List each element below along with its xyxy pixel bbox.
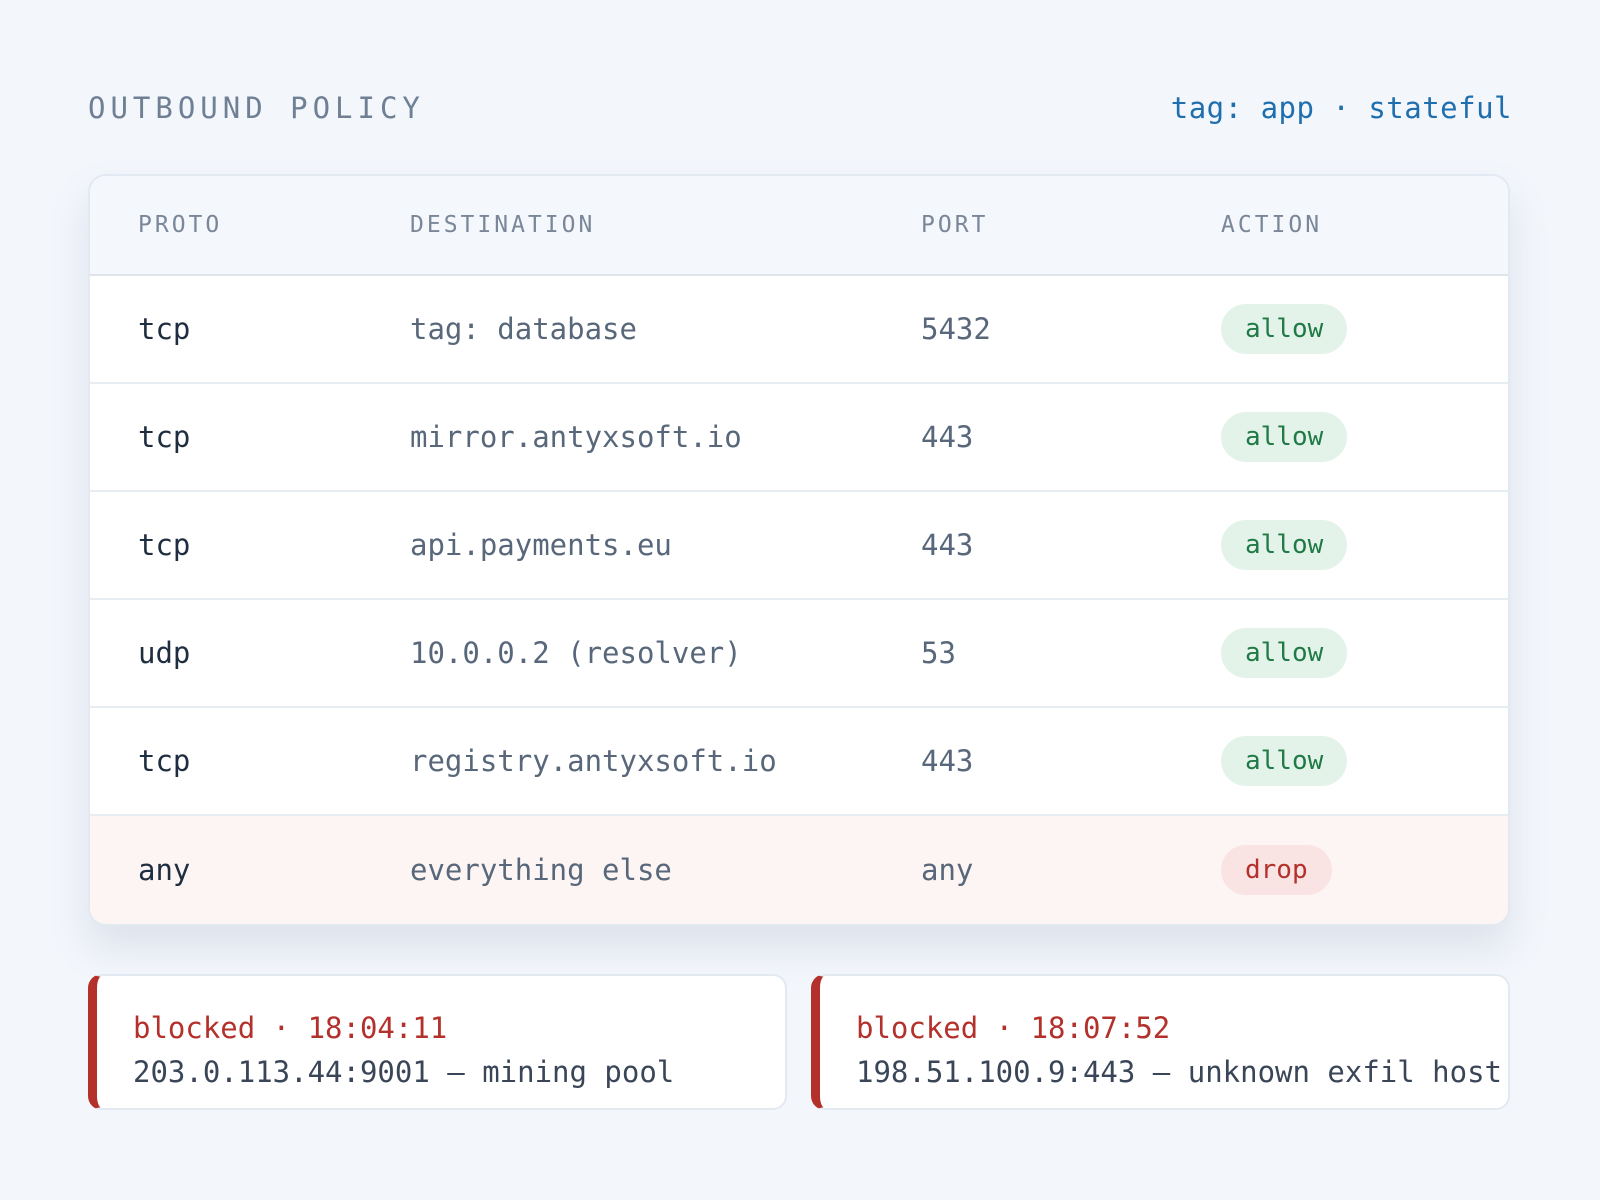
column-header-port: PORT: [921, 212, 989, 238]
table-row[interactable]: tcp registry.antyxsoft.io 443 allow: [90, 708, 1508, 816]
action-cell: allow: [1221, 412, 1348, 462]
blocked-event-card[interactable]: blocked · 18:07:52 198.51.100.9:443 — un…: [811, 974, 1510, 1110]
blocked-event-card[interactable]: blocked · 18:04:11 203.0.113.44:9001 — m…: [88, 974, 787, 1110]
blocked-event-status: blocked · 18:07:52: [856, 1011, 1171, 1045]
action-cell: allow: [1221, 520, 1348, 570]
table-row[interactable]: udp 10.0.0.2 (resolver) 53 allow: [90, 600, 1508, 708]
blocked-event-status: blocked · 18:04:11: [133, 1011, 448, 1045]
action-badge-allow: allow: [1221, 520, 1348, 570]
port-cell: 443: [921, 528, 974, 562]
port-cell: 5432: [921, 312, 991, 346]
action-cell: allow: [1221, 736, 1348, 786]
port-cell: 443: [921, 420, 974, 454]
proto-cell: udp: [138, 636, 191, 670]
action-badge-allow: allow: [1221, 736, 1348, 786]
table-row[interactable]: tcp mirror.antyxsoft.io 443 allow: [90, 384, 1508, 492]
action-badge-allow: allow: [1221, 304, 1348, 354]
blocked-event-detail: 198.51.100.9:443 — unknown exfil host: [856, 1055, 1503, 1089]
action-cell: allow: [1221, 628, 1348, 678]
proto-cell: tcp: [138, 420, 191, 454]
action-badge-allow: allow: [1221, 628, 1348, 678]
destination-cell: api.payments.eu: [410, 528, 672, 562]
proto-cell: tcp: [138, 312, 191, 346]
destination-cell: 10.0.0.2 (resolver): [410, 636, 742, 670]
destination-cell: mirror.antyxsoft.io: [410, 420, 742, 454]
table-row[interactable]: tcp tag: database 5432 allow: [90, 276, 1508, 384]
destination-cell: everything else: [410, 853, 672, 887]
action-cell: allow: [1221, 304, 1348, 354]
proto-cell: any: [138, 853, 191, 887]
action-badge-drop: drop: [1221, 845, 1332, 895]
policy-table: PROTO DESTINATION PORT ACTION tcp tag: d…: [88, 174, 1510, 926]
destination-cell: tag: database: [410, 312, 637, 346]
column-header-proto: PROTO: [138, 212, 223, 238]
port-cell: 53: [921, 636, 956, 670]
table-header-row: PROTO DESTINATION PORT ACTION: [90, 176, 1508, 276]
proto-cell: tcp: [138, 528, 191, 562]
port-cell: any: [921, 853, 974, 887]
destination-cell: registry.antyxsoft.io: [410, 744, 777, 778]
port-cell: 443: [921, 744, 974, 778]
default-drop-row[interactable]: any everything else any drop: [90, 816, 1508, 924]
column-header-destination: DESTINATION: [410, 212, 596, 238]
blocked-event-detail: 203.0.113.44:9001 — mining pool: [133, 1055, 675, 1089]
table-row[interactable]: tcp api.payments.eu 443 allow: [90, 492, 1508, 600]
policy-header: OUTBOUND POLICY tag: app · stateful: [88, 86, 1512, 130]
proto-cell: tcp: [138, 744, 191, 778]
page-title: OUTBOUND POLICY: [88, 91, 425, 125]
action-cell: drop: [1221, 845, 1332, 895]
action-badge-allow: allow: [1221, 412, 1348, 462]
column-header-action: ACTION: [1221, 212, 1323, 238]
policy-meta: tag: app · stateful: [1170, 91, 1512, 125]
